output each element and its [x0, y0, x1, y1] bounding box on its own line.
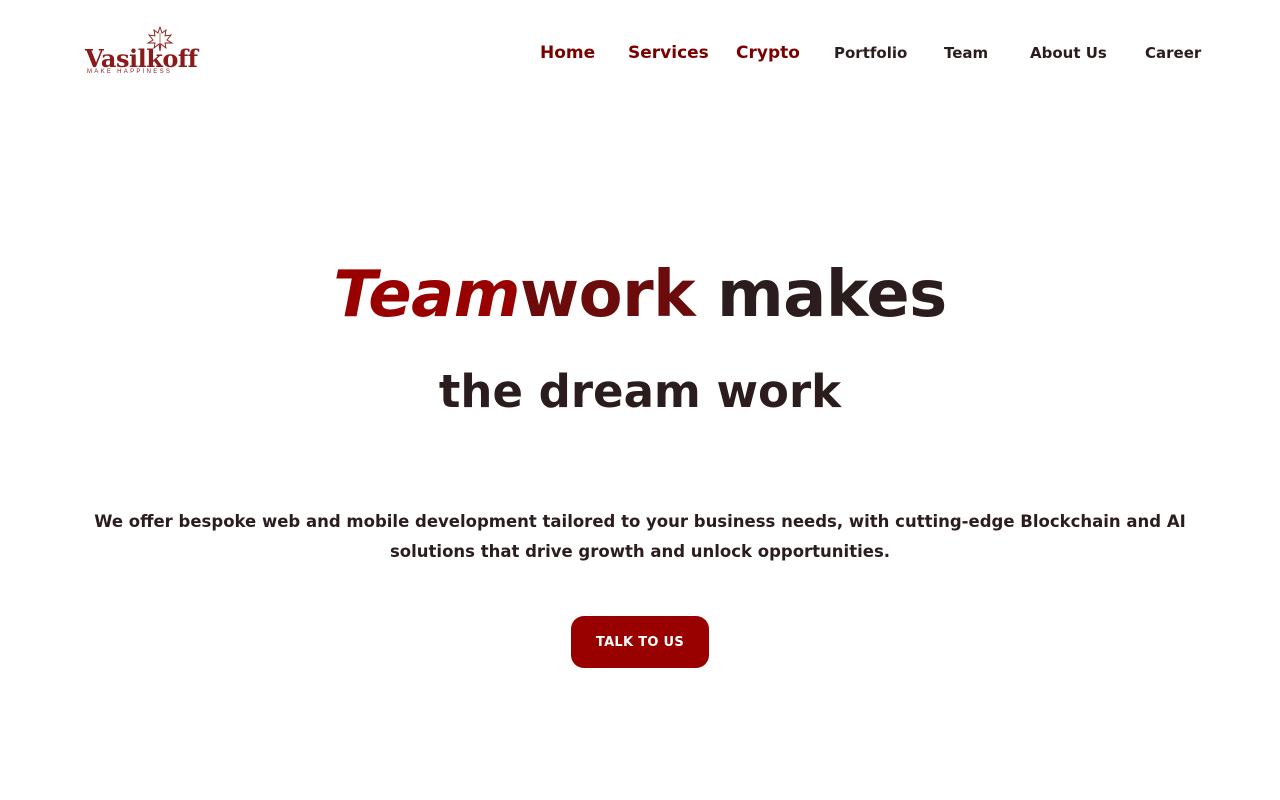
headline-makes: makes — [695, 258, 947, 332]
nav-about-us[interactable]: About Us — [1030, 40, 1107, 66]
hero-description: We offer bespoke web and mobile developm… — [94, 512, 1186, 561]
nav-portfolio[interactable]: Portfolio — [834, 40, 907, 66]
hero-headline: Teamwork makes — [0, 253, 1280, 337]
headline-team: Team — [333, 258, 520, 332]
talk-to-us-button[interactable]: TALK TO US — [571, 616, 709, 668]
nav-career[interactable]: Career — [1145, 40, 1201, 66]
nav-team[interactable]: Team — [944, 40, 988, 66]
headline-work: work — [519, 258, 696, 332]
page: Vasilkoff MAKE HAPPINESS Home Services C… — [0, 0, 1280, 800]
nav-services[interactable]: Services — [628, 40, 709, 66]
hero-subheadline: the dream work — [438, 365, 842, 418]
nav-crypto[interactable]: Crypto — [736, 40, 800, 66]
logo-tagline: MAKE HAPPINESS — [87, 69, 173, 75]
nav-home[interactable]: Home — [540, 40, 595, 66]
main-nav: Home Services Crypto Portfolio Team Abou… — [0, 40, 1280, 66]
site-header: Vasilkoff MAKE HAPPINESS Home Services C… — [0, 0, 1280, 105]
